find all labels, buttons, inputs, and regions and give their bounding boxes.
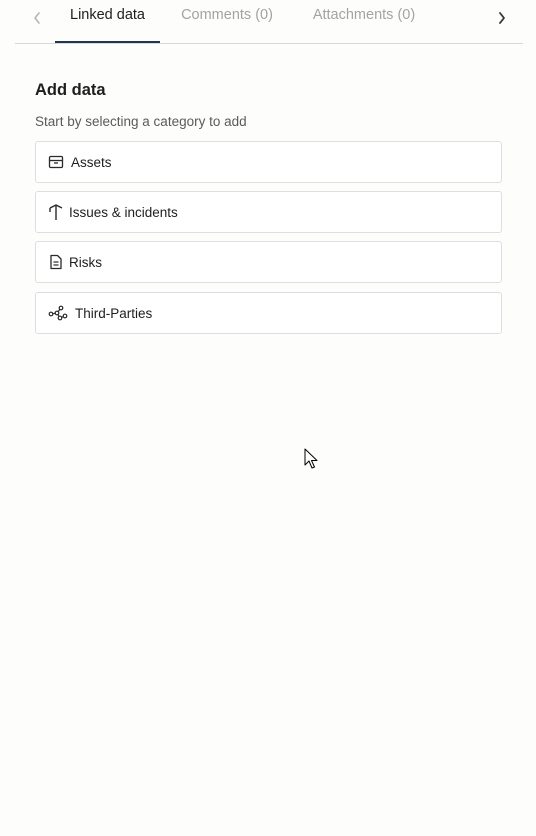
category-label: Third-Parties: [75, 305, 153, 321]
signpost-icon: [47, 203, 65, 221]
category-risks[interactable]: Risks: [35, 241, 502, 283]
tab-comments[interactable]: Comments (0): [172, 0, 282, 43]
category-assets[interactable]: Assets: [35, 141, 502, 183]
tab-linked-data[interactable]: Linked data: [55, 0, 160, 43]
chevron-right-icon: [499, 12, 505, 24]
category-label: Assets: [71, 154, 112, 170]
tab-scroll-left-button[interactable]: [27, 8, 47, 28]
network-icon: [47, 304, 69, 322]
section-subtitle: Start by selecting a category to add: [35, 114, 247, 129]
category-third-parties[interactable]: Third-Parties: [35, 292, 502, 334]
add-data-section: Add data Start by selecting a category t…: [35, 79, 502, 334]
tab-bar: Linked data Comments (0) Attachments (0): [15, 0, 523, 44]
category-label: Risks: [69, 254, 102, 270]
document-icon: [47, 253, 65, 271]
tab-attachments[interactable]: Attachments (0): [304, 0, 424, 43]
category-issues-incidents[interactable]: Issues & incidents: [35, 191, 502, 233]
box-icon: [47, 153, 65, 171]
mouse-pointer-icon: [304, 448, 318, 469]
category-label: Issues & incidents: [69, 204, 178, 220]
section-title: Add data: [35, 81, 106, 99]
tab-scroll-right-button[interactable]: [492, 8, 512, 28]
chevron-left-icon: [34, 12, 40, 24]
